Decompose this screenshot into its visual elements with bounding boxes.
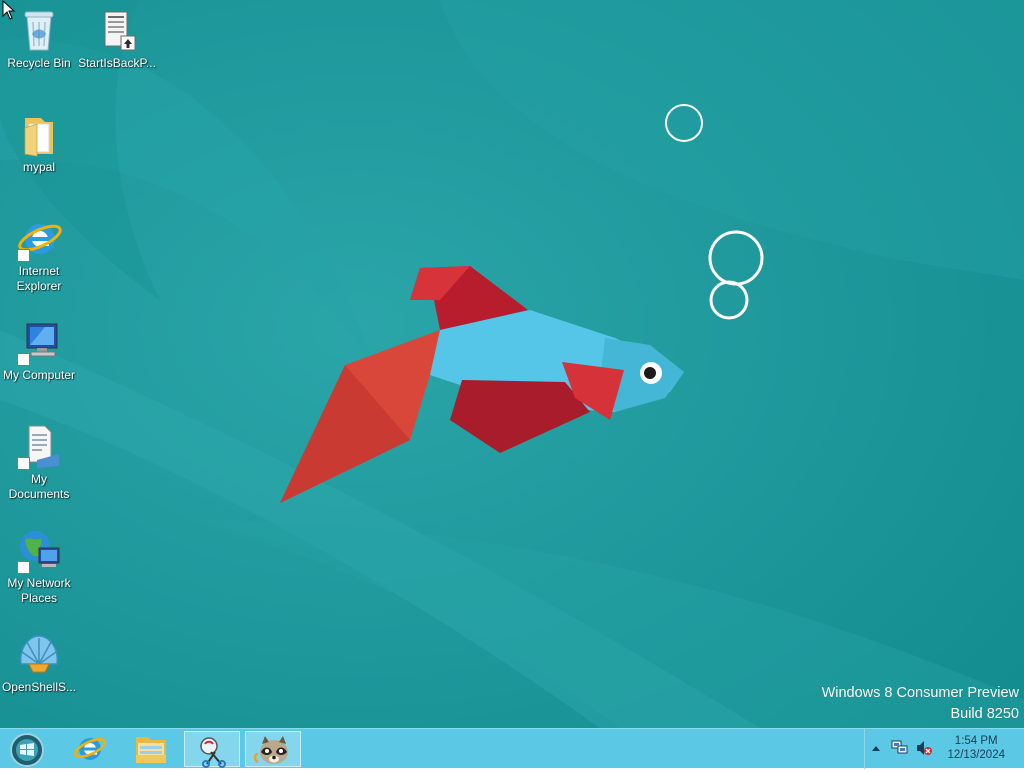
installer-icon — [93, 6, 141, 54]
taskbar[interactable]: 1:54 PM 12/13/2024 — [0, 728, 1024, 769]
shortcut-arrow-icon — [17, 353, 30, 366]
desktop-icon-my-computer[interactable]: My Computer — [0, 318, 78, 383]
watermark-build: Build 8250 — [950, 706, 1019, 722]
taskbar-file-explorer[interactable] — [123, 731, 179, 767]
desktop-icon-startisback[interactable]: StartIsBackP... — [78, 6, 156, 71]
desktop-icon-label: Recycle Bin — [7, 56, 71, 70]
watermark-product: Windows 8 Consumer Preview — [821, 685, 1019, 701]
recycle-bin-icon — [15, 6, 63, 54]
internet-explorer-icon — [74, 738, 106, 760]
folder-icon — [15, 110, 63, 158]
clock-date: 12/13/2024 — [947, 749, 1005, 761]
desktop-icon-internet-explorer[interactable]: Internet Explorer — [0, 214, 78, 294]
desktop-icon-label: StartIsBackP... — [78, 56, 156, 70]
desktop-icon-label: OpenShellS... — [1, 680, 77, 694]
mypal-raccoon-icon — [253, 736, 288, 764]
mouse-cursor-icon — [2, 0, 16, 20]
network-icon — [15, 526, 63, 574]
desktop-icon-my-documents[interactable]: My Documents — [0, 422, 78, 502]
clock[interactable]: 1:54 PM 12/13/2024 — [947, 734, 1005, 762]
network-icon[interactable] — [891, 740, 909, 756]
start-orb-icon — [10, 733, 44, 767]
clock-time: 1:54 PM — [954, 735, 998, 747]
documents-icon — [15, 422, 63, 470]
taskbar-internet-explorer[interactable] — [62, 731, 118, 767]
wallpaper-fish — [0, 0, 1024, 728]
taskbar-mypal[interactable] — [245, 731, 301, 767]
desktop-icon-my-network-places[interactable]: My Network Places — [0, 526, 78, 606]
desktop-icon-label: My Documents — [8, 472, 70, 501]
desktop-icon-label: Internet Explorer — [16, 264, 62, 293]
computer-icon — [15, 318, 63, 366]
volume-muted-icon[interactable] — [915, 740, 933, 756]
file-explorer-icon — [136, 737, 166, 763]
shell-icon — [15, 630, 63, 678]
shortcut-arrow-icon — [17, 457, 30, 470]
shortcut-arrow-icon — [17, 249, 30, 262]
internet-explorer-icon — [15, 214, 63, 262]
desktop-icon-mypal[interactable]: mypal — [0, 110, 78, 175]
desktop-icon-label: mypal — [22, 160, 55, 174]
snipping-tool-icon — [200, 737, 226, 768]
desktop-icon-label: My Computer — [2, 368, 76, 382]
desktop-icon-openshell[interactable]: OpenShellS... — [0, 630, 78, 695]
start-button[interactable] — [6, 731, 48, 767]
system-tray: 1:54 PM 12/13/2024 — [864, 729, 1024, 769]
desktop[interactable]: Recycle Bin StartIsBackP... mypal Intern… — [0, 0, 1024, 728]
taskbar-snipping-tool[interactable] — [184, 731, 240, 768]
shortcut-arrow-icon — [17, 561, 30, 574]
desktop-icon-label: My Network Places — [7, 576, 71, 605]
build-watermark: Windows 8 Consumer Preview Build 8250 — [822, 683, 1019, 725]
show-hidden-icons-icon[interactable] — [871, 741, 881, 755]
